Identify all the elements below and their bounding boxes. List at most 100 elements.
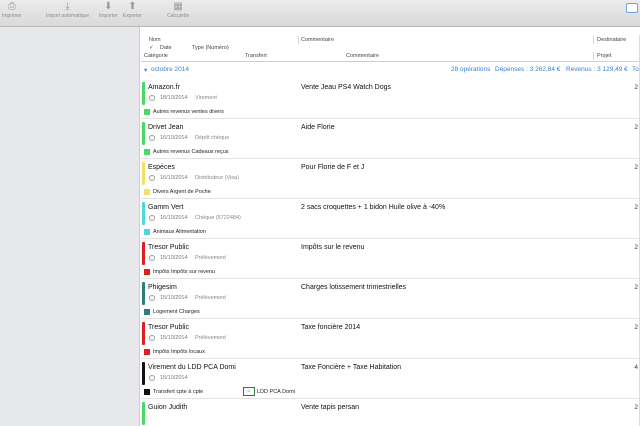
- col-check[interactable]: ✓: [149, 45, 154, 51]
- transaction-amount: 2: [634, 404, 638, 411]
- transaction-amount: 2: [634, 204, 638, 211]
- col-type[interactable]: Type (Numéro): [192, 45, 229, 51]
- payee-name: Tresor Public: [148, 244, 189, 251]
- transaction-row[interactable]: Tresor Public 15/10/2014 Prélèvement Taxe f…: [141, 319, 640, 359]
- transaction-row[interactable]: Tresor Public 15/10/2014 Prélèvement Impôts…: [141, 239, 640, 279]
- auto-import-button[interactable]: ⤓ Import automatique: [46, 1, 89, 19]
- category-label: Autres revenus ventes divers: [153, 109, 224, 115]
- col-destinataire[interactable]: Destinataire: [597, 37, 626, 43]
- payment-type: Distributeur (Visa): [195, 175, 239, 181]
- transaction-comment: Impôts sur le revenu: [301, 244, 365, 251]
- transaction-comment: Taxe Foncière + Taxe Habitation: [301, 364, 402, 371]
- import-button[interactable]: ⬇ Importer: [99, 1, 118, 19]
- category-label: Logement Charges: [153, 309, 200, 315]
- transaction-date: 16/10/2014: [160, 215, 188, 221]
- category-color-bar: [142, 402, 145, 425]
- category-swatch: [144, 189, 150, 195]
- transaction-comment: Taxe foncière 2014: [301, 324, 361, 331]
- category-swatch: [144, 349, 150, 355]
- transaction-row[interactable]: Amazon.fr 18/10/2014 Virement Vente Jeau PS…: [141, 79, 640, 119]
- transaction-comment: Pour Florie de F et J: [301, 164, 365, 171]
- category-swatch: [144, 109, 150, 115]
- transaction-row[interactable]: Gamm Vert 16/10/2014 Chèque (5722484) 2 sac…: [141, 199, 640, 239]
- transaction-amount: 2: [634, 324, 638, 331]
- transaction-date: 16/10/2014: [160, 135, 188, 141]
- transaction-amount: 4: [634, 364, 638, 371]
- column-divider[interactable]: [593, 52, 594, 60]
- column-divider[interactable]: [298, 36, 299, 44]
- payment-type: Prélèvement: [195, 295, 226, 301]
- category-swatch: [144, 229, 150, 235]
- clock-icon: [149, 135, 155, 141]
- category-color-bar: [142, 282, 145, 305]
- category-label: Divers Argent de Poche: [153, 189, 211, 195]
- clock-icon: [149, 295, 155, 301]
- transaction-row[interactable]: Virement du LDD PCA Domi 15/10/2014 Taxe F…: [141, 359, 640, 399]
- export-button[interactable]: ⬆ Exporter: [123, 1, 142, 19]
- col-commentaire[interactable]: Commentaire: [301, 37, 334, 43]
- payee-name: Amazon.fr: [148, 84, 180, 91]
- column-header: Nom ✓ Date Type (Numéro) Commentaire Des…: [141, 35, 640, 62]
- arrow-down-icon: ⬇: [104, 1, 113, 12]
- transaction-amount: 2: [634, 284, 638, 291]
- column-divider[interactable]: [593, 36, 594, 44]
- category-swatch: [144, 269, 150, 275]
- payee-name: Drivet Jean: [148, 124, 184, 131]
- payee-name: Tresor Public: [148, 324, 189, 331]
- calculator-icon: ▦: [173, 1, 183, 12]
- category-swatch: [144, 309, 150, 315]
- arrow-up-icon: ⬆: [128, 1, 137, 12]
- transaction-date: 16/10/2014: [160, 175, 188, 181]
- category-label: Transfert cpte à cpte: [153, 389, 204, 395]
- col-categorie[interactable]: Catégorie: [144, 53, 168, 59]
- transaction-date: 15/10/2014: [160, 295, 188, 301]
- transaction-comment: Vente Jeau PS4 Watch Dogs: [301, 84, 392, 91]
- payment-type: Chèque (5722484): [195, 215, 241, 221]
- col-projet[interactable]: Projet: [597, 53, 611, 59]
- transaction-date: 15/10/2014: [160, 375, 188, 381]
- transaction-comment: Aide Florie: [301, 124, 335, 131]
- transaction-row[interactable]: Espèces 16/10/2014 Distributeur (Visa) Pour…: [141, 159, 640, 199]
- print-button[interactable]: ⎙ Imprimer: [2, 1, 22, 19]
- category-color-bar: [142, 162, 145, 185]
- transaction-comment: Vente tapis persan: [301, 404, 359, 411]
- payment-type: Prélèvement: [195, 335, 226, 341]
- download-circle-icon: ⤓: [65, 1, 70, 12]
- toolbar: ⎙ Imprimer ⤓ Import automatique ⬇ Import…: [0, 0, 640, 27]
- category-color-bar: [142, 122, 145, 145]
- transaction-row[interactable]: Guion Judith Vente tapis persan 2: [141, 399, 640, 426]
- transfer-account: LDD PCA Domi: [257, 389, 295, 395]
- payee-name: Guion Judith: [148, 404, 188, 411]
- transaction-row[interactable]: Phigesim 15/10/2014 Prélèvement Charges lot…: [141, 279, 640, 319]
- payment-type: Virement: [195, 95, 217, 101]
- clock-icon: [149, 375, 155, 381]
- category-color-bar: [142, 82, 145, 105]
- sidebar-toggle-icon[interactable]: [626, 3, 638, 13]
- payee-name: Espèces: [148, 164, 175, 171]
- col-transfert[interactable]: Transfert: [245, 53, 267, 59]
- category-label: Autres revenus Cadeaux reçus: [153, 149, 229, 155]
- transaction-amount: 2: [634, 164, 638, 171]
- clock-icon: [149, 175, 155, 181]
- clock-icon: [149, 255, 155, 261]
- transaction-comment: 2 sacs croquettes + 1 bidon Huile olive …: [301, 204, 446, 211]
- calculator-button[interactable]: ▦ Calculette: [167, 1, 189, 19]
- operations-count: 28 opérations: [451, 66, 491, 73]
- disclosure-triangle-icon[interactable]: ▾: [144, 66, 147, 74]
- col-nom[interactable]: Nom: [149, 37, 161, 43]
- payment-type: Dépôt chèque: [195, 135, 230, 141]
- category-color-bar: [142, 322, 145, 345]
- month-group-header[interactable]: ▾ octobre 2014 28 opérations Dépenses : …: [141, 63, 640, 77]
- category-label: Impôts Impôts locaux: [153, 349, 205, 355]
- printer-icon: ⎙: [7, 1, 16, 12]
- col-date[interactable]: Date: [160, 45, 172, 51]
- clock-icon: [149, 335, 155, 341]
- col-commentaire-2[interactable]: Commentaire: [346, 53, 379, 59]
- month-label: octobre 2014: [151, 66, 189, 73]
- transaction-amount: 2: [634, 124, 638, 131]
- payee-name: Phigesim: [148, 284, 177, 291]
- transaction-row[interactable]: Drivet Jean 16/10/2014 Dépôt chèque Aide Fl…: [141, 119, 640, 159]
- transaction-date: 15/10/2014: [160, 255, 188, 261]
- category-label: Impôts Impôts sur revenu: [153, 269, 216, 275]
- category-swatch: [144, 389, 150, 395]
